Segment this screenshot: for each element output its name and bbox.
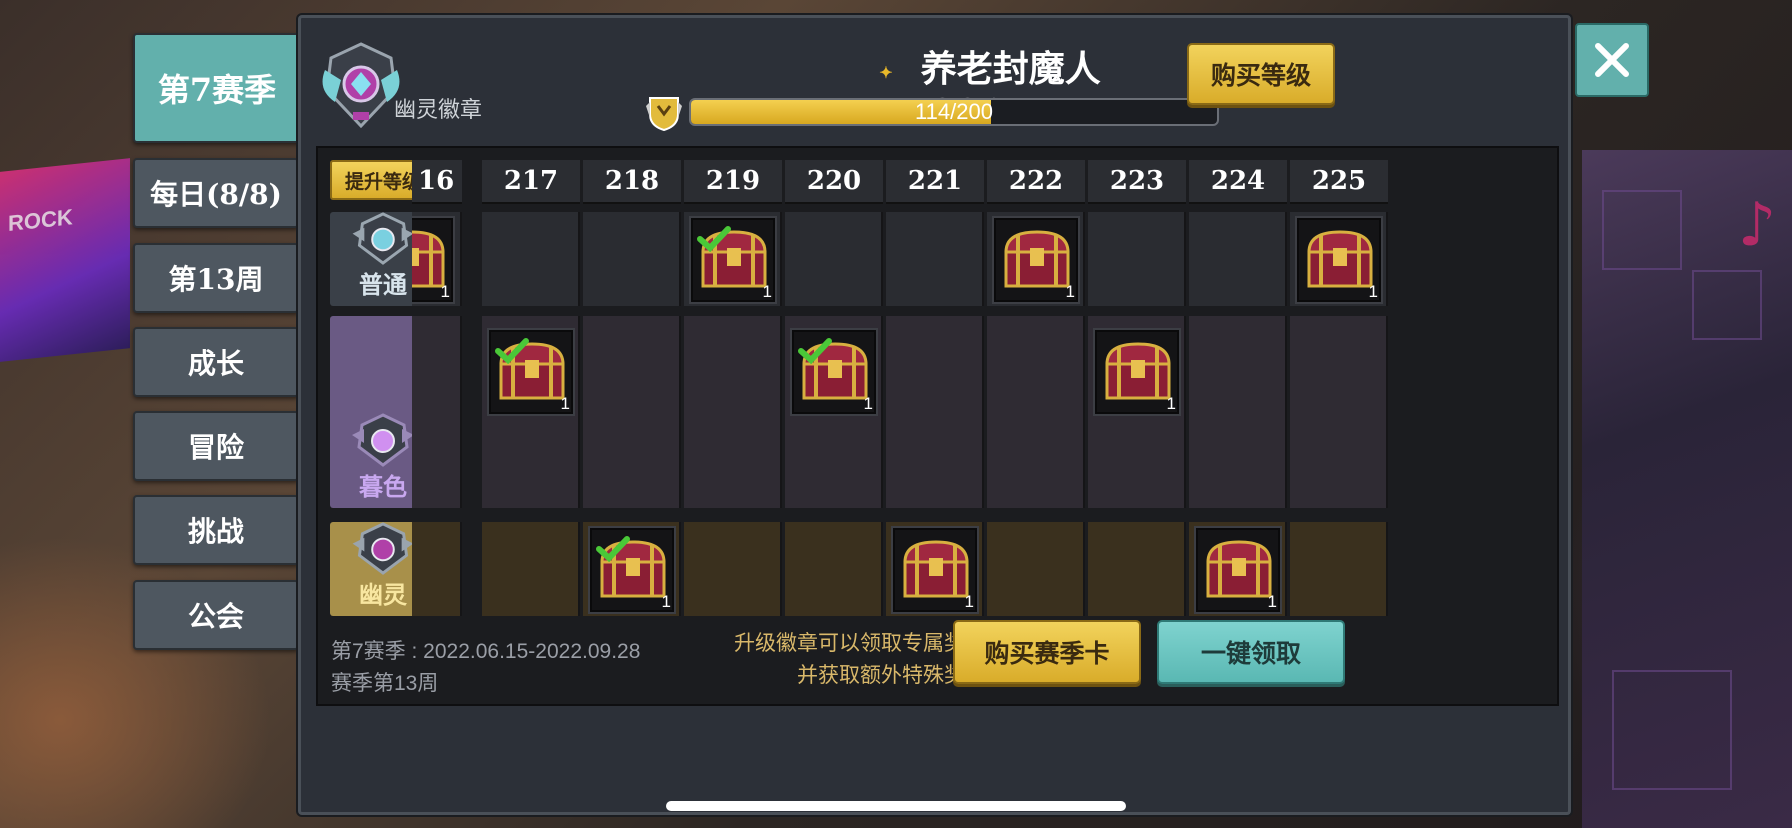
reward-chest[interactable]: 1 <box>689 216 777 304</box>
purple-badge-icon <box>352 413 414 467</box>
upgrade-hint: 升级徽章可以领取专属奖励 并获取额外特殊奖励 <box>686 628 986 692</box>
treasure-chest-icon <box>1105 342 1171 400</box>
reward-cell <box>1088 212 1186 306</box>
treasure-chest-icon <box>1004 230 1070 288</box>
reward-cell <box>482 522 580 616</box>
treasure-chest-icon <box>903 540 969 598</box>
reward-chest[interactable]: 1 <box>992 216 1080 304</box>
tab-growth[interactable]: 成长 <box>133 327 299 397</box>
reward-cell <box>583 316 681 508</box>
reward-cell <box>482 212 580 306</box>
reward-cell <box>1290 522 1388 616</box>
chest-count: 1 <box>1368 282 1378 301</box>
reward-cell <box>987 316 1085 508</box>
ghost-badge-icon <box>322 42 400 129</box>
chest-count: 1 <box>440 282 450 301</box>
reward-cell <box>1088 522 1186 616</box>
chest-count: 1 <box>964 592 974 611</box>
chest-count: 1 <box>1065 282 1075 301</box>
reward-cell <box>987 522 1085 616</box>
reward-cell <box>583 212 681 306</box>
level-shield-icon <box>646 97 682 132</box>
chest-count: 1 <box>560 394 570 413</box>
reward-grid: 提升等级 16 217 218 219 220 221 222 223 224 225 普通 暮色 幽灵… <box>316 146 1559 706</box>
row-label-text: 普通 <box>359 270 407 299</box>
level-header: 16 <box>412 160 462 204</box>
silver-badge-icon <box>352 212 414 265</box>
upgrade-hint-line1: 升级徽章可以领取专属奖励 <box>734 632 986 655</box>
upgrade-hint-line2: 并获取额外特殊奖励 <box>797 664 986 687</box>
reward-cell <box>412 316 462 508</box>
row-label-text: 幽灵 <box>359 580 407 609</box>
reward-chest[interactable]: 1 <box>588 526 676 614</box>
reward-chest[interactable]: 1 <box>487 328 575 416</box>
title-ornament-icon: ✦ <box>879 62 893 82</box>
reward-chest[interactable]: 1 <box>1093 328 1181 416</box>
reward-cell <box>1189 316 1287 508</box>
reward-cell <box>1290 316 1388 508</box>
reward-chest[interactable]: 1 <box>790 328 878 416</box>
music-note-icon: ♪ <box>1737 190 1776 260</box>
close-icon <box>1595 43 1629 77</box>
level-header: 217 <box>482 160 580 204</box>
reward-chest[interactable]: 1 <box>1194 526 1282 614</box>
level-header: 220 <box>785 160 883 204</box>
season-week: 赛季第13周 <box>331 672 439 695</box>
claim-all-button[interactable]: 一键领取 <box>1157 620 1345 684</box>
treasure-chest-icon <box>1206 540 1272 598</box>
row-label-text: 暮色 <box>359 472 407 501</box>
reward-cell <box>785 212 883 306</box>
level-header: 218 <box>583 160 681 204</box>
reward-cell <box>886 212 984 306</box>
level-header: 225 <box>1290 160 1388 204</box>
reward-cell <box>1189 212 1287 306</box>
close-button[interactable] <box>1575 23 1649 97</box>
reward-chest[interactable]: 1 <box>891 526 979 614</box>
claimed-check-icon <box>798 338 832 364</box>
tab-week[interactable]: 第13周 <box>133 243 299 313</box>
tab-adventure[interactable]: 冒险 <box>133 411 299 481</box>
reward-cell <box>785 522 883 616</box>
buy-level-button[interactable]: 购买等级 <box>1187 43 1335 105</box>
reward-cell <box>684 316 782 508</box>
level-header: 222 <box>987 160 1085 204</box>
tab-challenge[interactable]: 挑战 <box>133 495 299 565</box>
xp-progress-text: 114/200 <box>915 99 993 124</box>
reward-cell <box>886 316 984 508</box>
level-header: 221 <box>886 160 984 204</box>
xp-progress-bar: 114/200 <box>689 98 1219 126</box>
season-info: 第7赛季 : 2022.06.15-2022.09.28 赛季第13周 <box>331 636 640 700</box>
reward-chest[interactable]: 1 <box>1295 216 1383 304</box>
claimed-check-icon <box>495 338 529 364</box>
home-indicator <box>666 801 1126 811</box>
season-pass-panel: 幽灵徽章 ✦养老封魔人 Lv.220✦ 114/200 购买等级 提升等级 16… <box>298 15 1571 815</box>
chest-count: 1 <box>1166 394 1176 413</box>
level-header: 223 <box>1088 160 1186 204</box>
tab-daily[interactable]: 每日(8/8) <box>133 158 299 228</box>
chest-count: 1 <box>661 592 671 611</box>
buy-season-card-button[interactable]: 购买赛季卡 <box>953 620 1141 684</box>
tab-season[interactable]: 第7赛季 <box>133 33 301 143</box>
level-header: 219 <box>684 160 782 204</box>
level-header: 224 <box>1189 160 1287 204</box>
treasure-chest-icon <box>1307 230 1373 288</box>
badge-name: 幽灵徽章 <box>394 98 483 123</box>
ghost-badge-icon <box>352 522 414 575</box>
chest-count: 1 <box>762 282 772 301</box>
chest-count: 1 <box>863 394 873 413</box>
background-poster: ROCK <box>0 158 130 362</box>
reward-cell <box>412 522 462 616</box>
season-dates: 第7赛季 : 2022.06.15-2022.09.28 <box>331 640 641 663</box>
claimed-check-icon <box>697 226 731 252</box>
chest-count: 1 <box>1267 592 1277 611</box>
claimed-check-icon <box>596 536 630 562</box>
reward-cell <box>684 522 782 616</box>
tab-guild[interactable]: 公会 <box>133 580 299 650</box>
